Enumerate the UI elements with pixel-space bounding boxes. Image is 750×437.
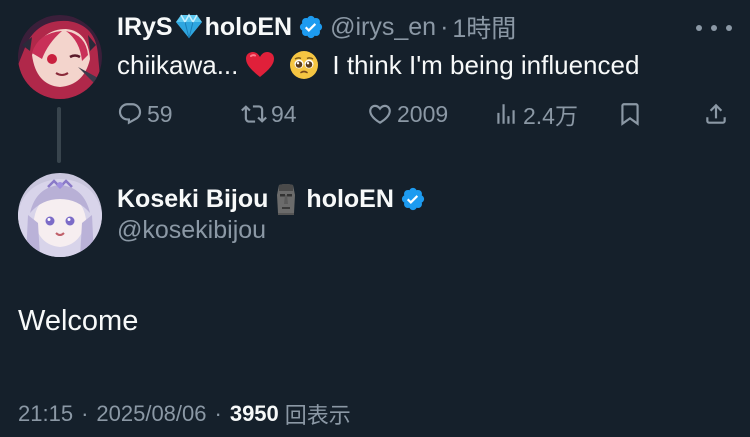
reply-handle[interactable]: @kosekibijou	[117, 216, 266, 245]
reply-tweet-header: Koseki Bijou holoEN	[117, 180, 432, 218]
analytics-icon	[497, 104, 515, 124]
parent-tweet-text: chiikawa... I think I'm being influenced	[117, 47, 639, 83]
like-button[interactable]: 2009	[367, 96, 448, 132]
meta-separator-2: ·	[214, 401, 222, 426]
share-icon	[706, 103, 726, 124]
share-button[interactable]	[703, 96, 733, 132]
pleading-face-icon	[290, 51, 319, 79]
views-count: 2.4万	[523, 103, 578, 129]
parent-text-prefix: chiikawa...	[117, 50, 239, 80]
reply-icon	[118, 103, 142, 125]
retweet-count: 94	[271, 100, 297, 127]
heart-icon	[369, 104, 391, 124]
reply-button[interactable]: 59	[117, 96, 173, 132]
reply-date[interactable]: 2025/08/06	[96, 401, 206, 427]
reply-name-suffix[interactable]: holoEN	[306, 185, 394, 214]
tweet-meta: 21:15 · 2025/08/06 · 3950 回表示	[18, 398, 351, 430]
like-count: 2009	[397, 100, 449, 127]
parent-handle[interactable]: @irys_en	[330, 13, 436, 42]
thread-line	[57, 107, 61, 163]
header-separator: ·	[440, 12, 449, 41]
tweet-detail-page: IRyS holoEN @irys_en · 1時間 chiikawa... I…	[0, 0, 750, 437]
bijou-avatar[interactable]	[18, 173, 102, 257]
reply-tweet-text: Welcome	[18, 305, 139, 337]
reply-count: 59	[147, 100, 173, 127]
irys-avatar[interactable]	[18, 15, 102, 99]
parent-timestamp[interactable]: 1時間	[452, 9, 516, 45]
reply-views-label: 回表示	[284, 403, 351, 428]
reply-views-count[interactable]: 3950	[230, 401, 279, 427]
retweet-icon	[241, 105, 267, 123]
parent-tweet[interactable]: IRyS holoEN @irys_en · 1時間 chiikawa... I…	[0, 0, 750, 170]
red-heart-icon	[246, 52, 275, 77]
verified-badge-icon	[401, 187, 425, 211]
retweet-button[interactable]: 94	[241, 96, 297, 132]
reply-time[interactable]: 21:15	[18, 401, 73, 427]
parent-tweet-header: IRyS holoEN @irys_en · 1時間	[117, 9, 516, 45]
meta-separator-1: ·	[81, 401, 89, 426]
gem-icon	[175, 12, 202, 38]
parent-text-suffix: I think I'm being influenced	[332, 50, 640, 80]
bookmark-icon	[621, 103, 639, 126]
reply-display-name[interactable]: Koseki Bijou	[117, 185, 268, 214]
views-button[interactable]: 2.4万	[493, 96, 578, 132]
moai-icon	[277, 184, 296, 215]
tweet-action-bar: 59 94 2009 2.4万	[117, 96, 737, 132]
verified-badge-icon	[299, 15, 323, 39]
more-options-icon[interactable]	[696, 14, 732, 42]
parent-display-name[interactable]: IRyS holoEN	[117, 13, 292, 42]
bookmark-button[interactable]	[617, 96, 647, 132]
